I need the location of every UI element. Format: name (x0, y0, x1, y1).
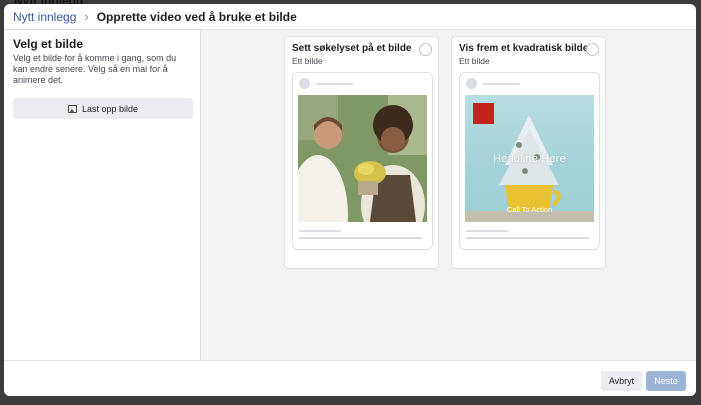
upload-image-button[interactable]: Last opp bilde (13, 98, 193, 119)
dialog-body: Velg et bilde Velg et bilde for å komme … (4, 30, 696, 360)
preview-caption-placeholder (466, 230, 508, 232)
template-card-square[interactable]: Vis frem et kvadratisk bilde Ett bilde H… (451, 36, 606, 269)
preview-caption-placeholder (299, 230, 341, 232)
preview-caption-placeholder (299, 237, 422, 239)
template-call-to-action: Call To Action (506, 205, 553, 214)
brand-logo-icon (473, 103, 494, 124)
template-radio[interactable] (419, 43, 432, 56)
template-title: Sett søkelyset på et bilde (292, 43, 412, 54)
template-card-spotlight[interactable]: Sett søkelyset på et bilde Ett bilde (284, 36, 439, 269)
panel-description: Velg et bilde for å komme i gang, som du… (13, 53, 177, 85)
template-preview: Headline Here Call To Action (459, 72, 600, 250)
preview-caption-placeholder (466, 237, 589, 239)
image-selection-panel: Velg et bilde Velg et bilde for å komme … (4, 30, 201, 360)
dialog-footer: Avbryt Neste (4, 360, 696, 396)
create-video-dialog: Nytt innlegg › Opprette video ved å bruk… (4, 4, 696, 396)
panel-title: Velg et bilde (13, 37, 84, 51)
preview-name-placeholder (316, 83, 353, 85)
breadcrumb-root-link[interactable]: Nytt innlegg (13, 10, 76, 24)
template-title: Vis frem et kvadratisk bilde (459, 43, 589, 54)
template-subtitle: Ett bilde (292, 56, 323, 66)
upload-image-label: Last opp bilde (81, 103, 139, 114)
preview-avatar (299, 78, 310, 89)
preview-avatar (466, 78, 477, 89)
florist-photo-illustration (298, 95, 427, 222)
breadcrumb-current: Opprette video ved å bruke et bilde (96, 9, 297, 24)
preview-photo (298, 95, 427, 222)
template-radio[interactable] (586, 43, 599, 56)
image-upload-icon (67, 104, 77, 113)
chevron-right-icon: › (84, 9, 89, 24)
template-headline: Headline Here (493, 153, 566, 165)
cancel-button[interactable]: Avbryt (601, 371, 642, 391)
next-button[interactable]: Neste (646, 371, 686, 391)
template-preview (292, 72, 433, 250)
template-subtitle: Ett bilde (459, 56, 490, 66)
template-gallery: Sett søkelyset på et bilde Ett bilde Vis… (201, 30, 696, 360)
preview-photo: Headline Here Call To Action (465, 95, 594, 222)
preview-name-placeholder (483, 83, 520, 85)
dialog-header: Nytt innlegg › Opprette video ved å bruk… (4, 4, 696, 30)
